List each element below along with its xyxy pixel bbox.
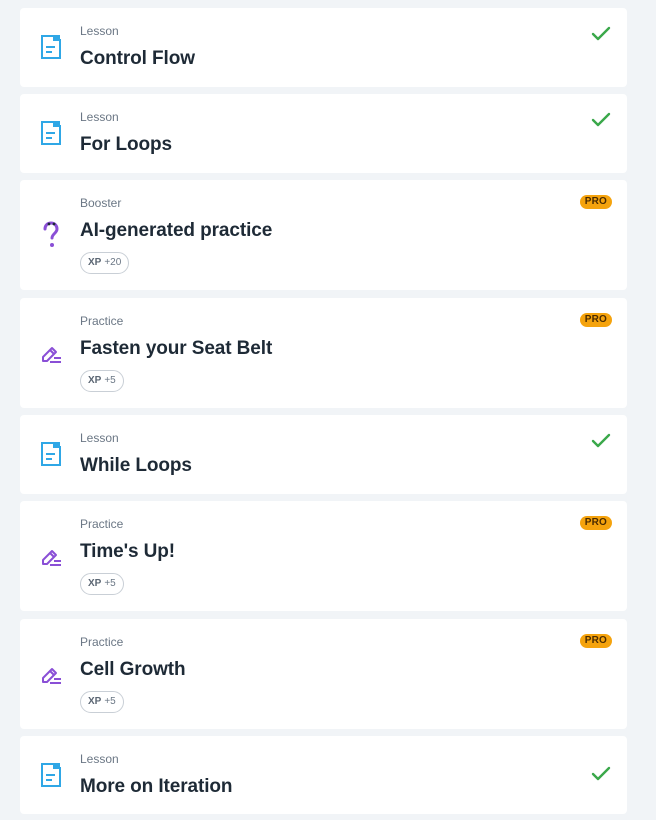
xp-badge: XP +5 [80, 691, 124, 713]
document-icon [40, 441, 62, 467]
item-title: AI-generated practice [80, 220, 273, 241]
checkmark-icon [591, 110, 611, 130]
xp-label: XP [88, 257, 102, 268]
lesson-card-more-on-iteration[interactable]: Lesson More on Iteration [20, 736, 627, 814]
practice-card-times-up[interactable]: Practice Time's Up! PRO XP +5 [20, 501, 627, 611]
document-icon [40, 762, 62, 788]
pro-badge: PRO [579, 195, 612, 209]
pro-badge: PRO [579, 634, 612, 648]
xp-value: +20 [104, 257, 122, 268]
practice-card-fasten-your-seat-belt[interactable]: Practice Fasten your Seat Belt PRO XP +5 [20, 298, 627, 408]
item-title: Fasten your Seat Belt [80, 338, 273, 359]
pencil-icon [40, 543, 62, 569]
pro-badge: PRO [579, 313, 612, 327]
question-mark-icon [40, 221, 62, 248]
item-title: Control Flow [80, 48, 195, 69]
checkmark-icon [591, 431, 611, 451]
checkmark-icon [591, 24, 611, 44]
item-kind: Practice [80, 635, 124, 649]
item-title: Cell Growth [80, 659, 186, 680]
booster-card-ai-generated-practice[interactable]: Booster AI-generated practice PRO XP +20 [20, 180, 627, 290]
item-kind: Lesson [80, 24, 119, 38]
practice-card-cell-growth[interactable]: Practice Cell Growth PRO XP +5 [20, 619, 627, 729]
xp-label: XP [88, 696, 102, 707]
xp-badge: XP +5 [80, 370, 124, 392]
item-title: Time's Up! [80, 541, 176, 562]
xp-value: +5 [104, 375, 116, 386]
document-icon [40, 34, 62, 60]
item-title: While Loops [80, 455, 192, 476]
lesson-card-control-flow[interactable]: Lesson Control Flow [20, 8, 627, 87]
lesson-card-while-loops[interactable]: Lesson While Loops [20, 415, 627, 494]
lesson-card-for-loops[interactable]: Lesson For Loops [20, 94, 627, 173]
item-kind: Practice [80, 314, 124, 328]
item-kind: Booster [80, 196, 122, 210]
item-title: For Loops [80, 134, 172, 155]
xp-badge: XP +20 [80, 252, 130, 274]
document-icon [40, 120, 62, 146]
lesson-list: Lesson Control Flow Lesson For Loops Boo… [0, 0, 656, 820]
pro-badge: PRO [579, 516, 612, 530]
checkmark-icon [591, 764, 611, 784]
item-kind: Lesson [80, 752, 119, 766]
item-kind: Lesson [80, 431, 119, 445]
xp-badge: XP +5 [80, 573, 124, 595]
pencil-icon [40, 661, 62, 687]
xp-value: +5 [104, 578, 116, 589]
xp-label: XP [88, 375, 102, 386]
item-kind: Lesson [80, 110, 119, 124]
xp-label: XP [88, 578, 102, 589]
item-title: More on Iteration [80, 776, 233, 797]
pencil-icon [40, 340, 62, 366]
xp-value: +5 [104, 696, 116, 707]
item-kind: Practice [80, 517, 124, 531]
